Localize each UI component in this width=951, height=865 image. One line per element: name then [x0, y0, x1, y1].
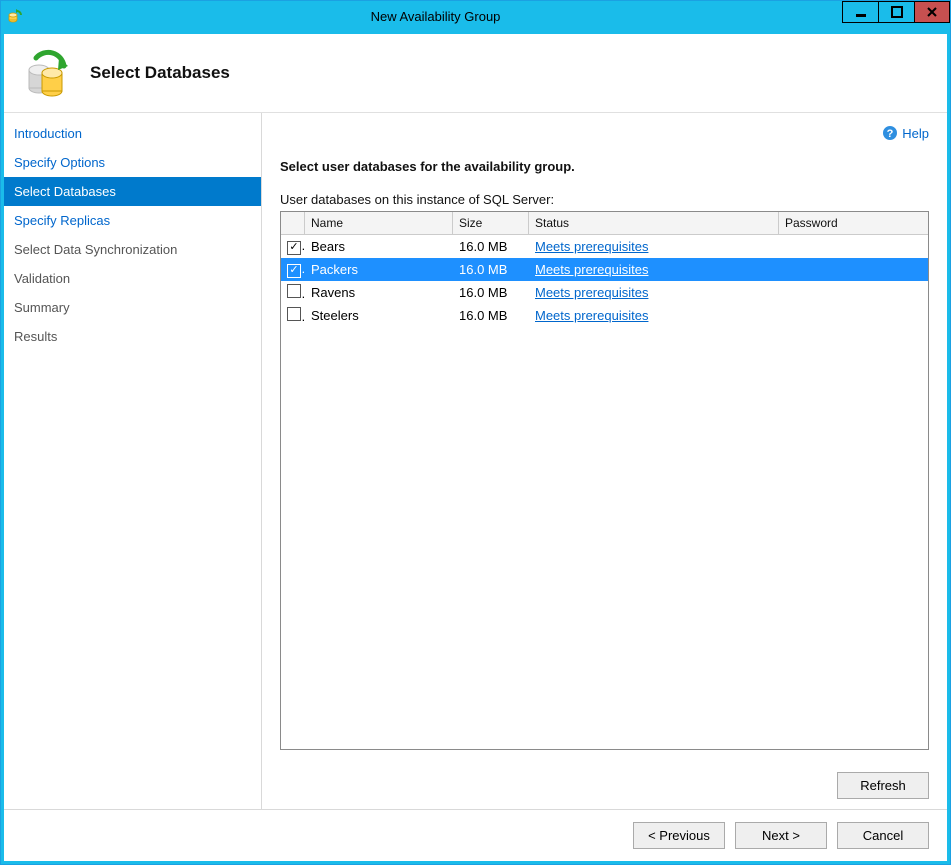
- table-row[interactable]: Steelers16.0 MB Meets prerequisites: [281, 304, 928, 327]
- row-size: 16.0 MB: [453, 307, 529, 324]
- window: New Availability Group: [0, 0, 951, 865]
- minimize-button[interactable]: [842, 1, 878, 23]
- cancel-button[interactable]: Cancel: [837, 822, 929, 849]
- sidebar-item-specify-options[interactable]: Specify Options: [4, 148, 261, 177]
- column-header-check[interactable]: [281, 212, 305, 234]
- row-status-link[interactable]: Meets prerequisites: [535, 308, 648, 323]
- sidebar-item-introduction[interactable]: Introduction: [4, 119, 261, 148]
- grid-caption: User databases on this instance of SQL S…: [280, 192, 929, 207]
- titlebar: New Availability Group: [1, 1, 950, 31]
- row-size: 16.0 MB: [453, 284, 529, 301]
- sidebar-item-select-data-synchronization: Select Data Synchronization: [4, 235, 261, 264]
- next-button[interactable]: Next >: [735, 822, 827, 849]
- instruction-text: Select user databases for the availabili…: [280, 159, 929, 174]
- wizard-footer: < Previous Next > Cancel: [4, 809, 947, 861]
- page-icon: [22, 48, 72, 98]
- row-name: Steelers: [305, 307, 453, 324]
- help-link[interactable]: Help: [902, 126, 929, 141]
- split-area: IntroductionSpecify OptionsSelect Databa…: [4, 113, 947, 809]
- column-header-status[interactable]: Status: [529, 212, 779, 234]
- row-password: [779, 315, 928, 317]
- column-header-password[interactable]: Password: [779, 212, 928, 234]
- row-checkbox[interactable]: [287, 307, 301, 321]
- row-checkbox[interactable]: [287, 264, 301, 278]
- column-header-name[interactable]: Name: [305, 212, 453, 234]
- row-checkbox[interactable]: [287, 284, 301, 298]
- sidebar-item-select-databases[interactable]: Select Databases: [4, 177, 261, 206]
- table-row[interactable]: Bears16.0 MB Meets prerequisites: [281, 235, 928, 258]
- table-row[interactable]: Packers16.0 MB Meets prerequisites: [281, 258, 928, 281]
- row-status-link[interactable]: Meets prerequisites: [535, 239, 648, 254]
- row-name: Bears: [305, 238, 453, 255]
- sidebar-item-results: Results: [4, 322, 261, 351]
- window-body: Select Databases IntroductionSpecify Opt…: [1, 31, 950, 864]
- row-password: [779, 292, 928, 294]
- maximize-button[interactable]: [878, 1, 914, 23]
- row-size: 16.0 MB: [453, 238, 529, 255]
- svg-text:?: ?: [887, 128, 894, 140]
- titlebar-buttons: [842, 1, 950, 31]
- main-panel: ? Help Select user databases for the ava…: [262, 113, 947, 809]
- row-password: [779, 246, 928, 248]
- help-icon: ?: [882, 125, 898, 141]
- inner-content: Select Databases IntroductionSpecify Opt…: [4, 34, 947, 861]
- column-header-size[interactable]: Size: [453, 212, 529, 234]
- window-title: New Availability Group: [29, 9, 842, 24]
- sidebar: IntroductionSpecify OptionsSelect Databa…: [4, 113, 262, 809]
- app-icon: [1, 1, 29, 31]
- sidebar-item-summary: Summary: [4, 293, 261, 322]
- previous-button[interactable]: < Previous: [633, 822, 725, 849]
- row-size: 16.0 MB: [453, 261, 529, 278]
- database-grid: Name Size Status Password Bears16.0 MBMe…: [280, 211, 929, 750]
- close-button[interactable]: [914, 1, 950, 23]
- below-grid: Refresh: [280, 772, 929, 799]
- row-checkbox[interactable]: [287, 241, 301, 255]
- row-status-link[interactable]: Meets prerequisites: [535, 285, 648, 300]
- row-password: [779, 269, 928, 271]
- row-status-link[interactable]: Meets prerequisites: [535, 262, 648, 277]
- page-title: Select Databases: [90, 63, 230, 83]
- sidebar-item-specify-replicas[interactable]: Specify Replicas: [4, 206, 261, 235]
- grid-body: Bears16.0 MBMeets prerequisitesPackers16…: [281, 235, 928, 749]
- sidebar-item-validation: Validation: [4, 264, 261, 293]
- refresh-button[interactable]: Refresh: [837, 772, 929, 799]
- row-name: Packers: [305, 261, 453, 278]
- table-row[interactable]: Ravens16.0 MB Meets prerequisites: [281, 281, 928, 304]
- help-row: ? Help: [280, 125, 929, 141]
- grid-header: Name Size Status Password: [281, 212, 928, 235]
- row-name: Ravens: [305, 284, 453, 301]
- page-header: Select Databases: [4, 34, 947, 113]
